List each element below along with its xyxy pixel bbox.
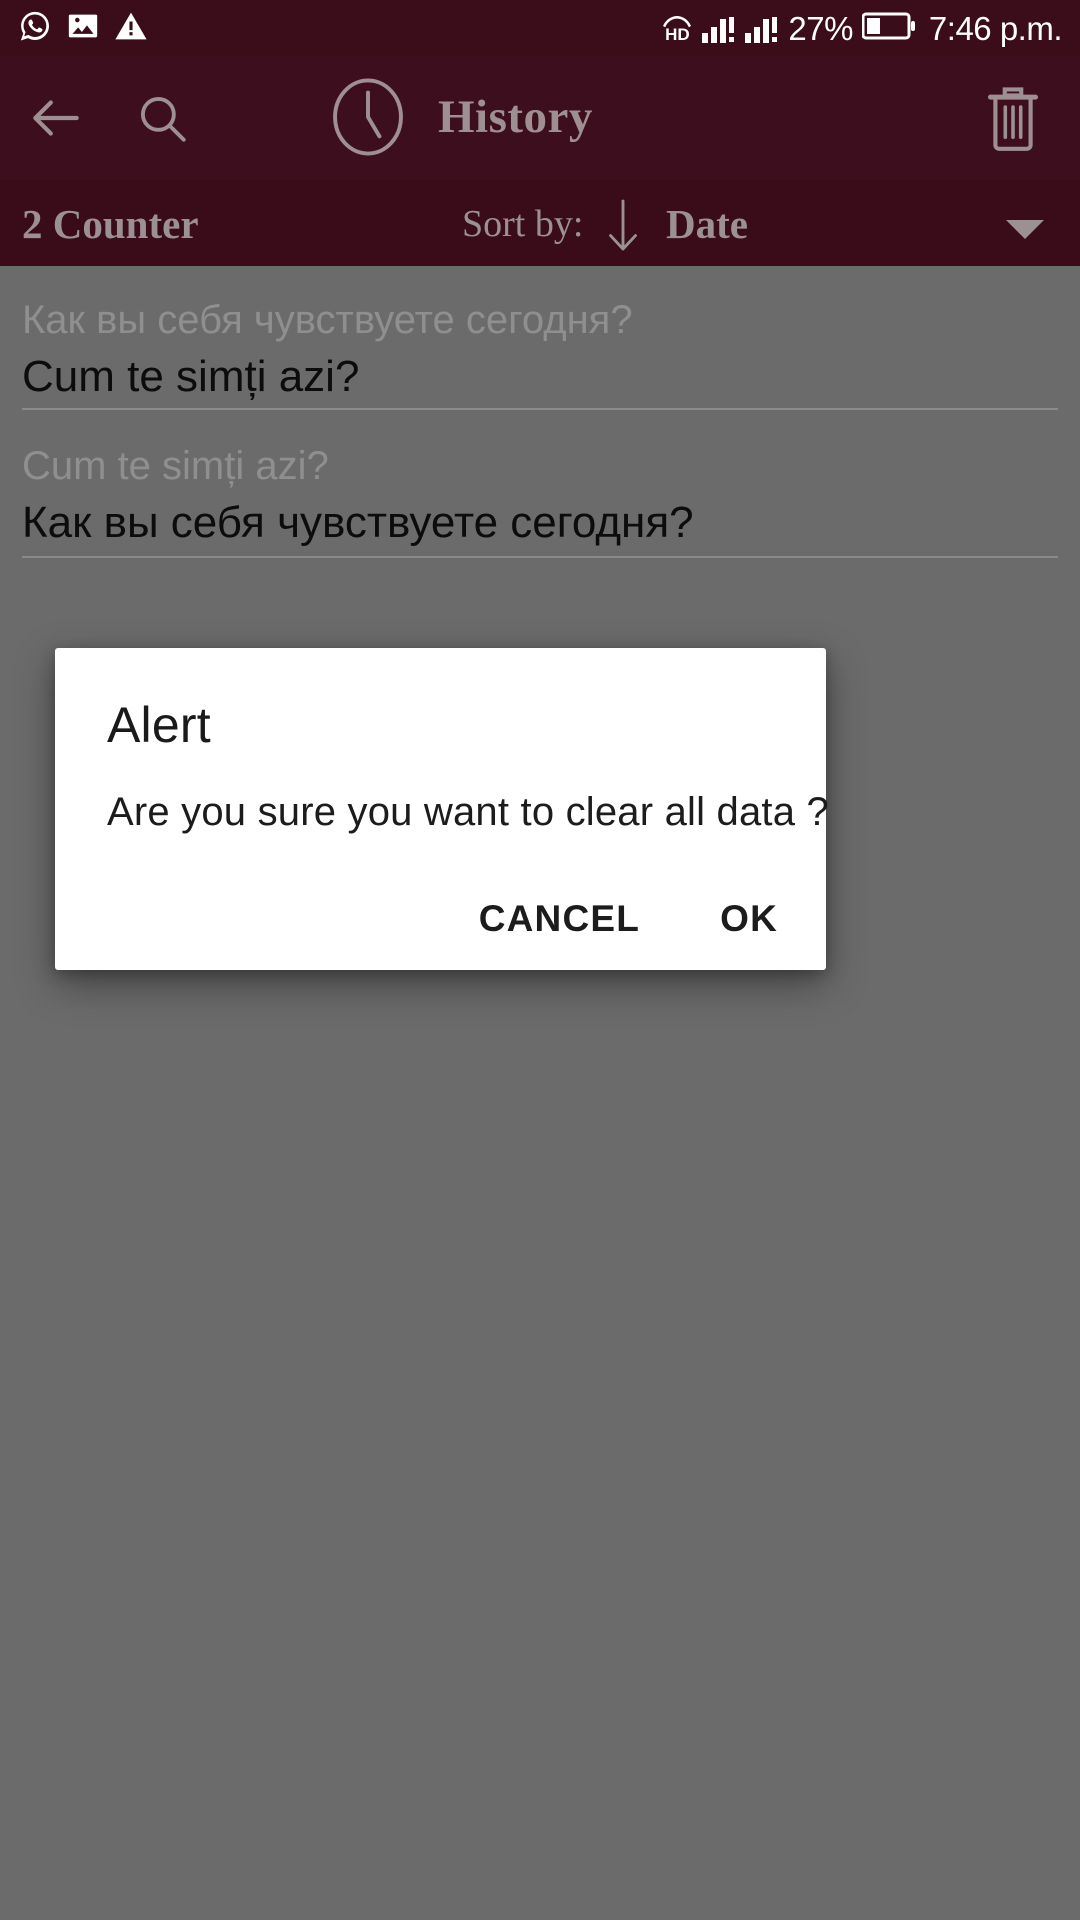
alert-dialog: Alert Are you sure you want to clear all…: [55, 648, 829, 970]
back-arrow-icon: [33, 100, 79, 136]
clock-icon: [325, 74, 411, 160]
warning-icon: [114, 9, 148, 48]
phone-screen: HD 27% 7:46 p.m. History 2 Counter Sort …: [0, 0, 1080, 1920]
dialog-message: Are you sure you want to clear all data …: [107, 790, 829, 834]
sort-by-label: Sort by:: [462, 203, 584, 245]
sort-direction-button[interactable]: [600, 196, 646, 256]
ok-button[interactable]: OK: [694, 884, 804, 954]
history-source-text: Как вы себя чувствуете сегодня?: [22, 298, 633, 342]
hd-volte-icon: HD: [661, 14, 693, 43]
counter-label: 2 Counter: [22, 201, 199, 247]
trash-icon: [987, 87, 1039, 151]
list-item[interactable]: Как вы себя чувствуете сегодня? Cum te s…: [0, 266, 1080, 424]
hd-label: HD: [665, 24, 690, 44]
dialog-actions: CANCEL OK: [453, 884, 804, 954]
status-bar: HD 27% 7:46 p.m.: [0, 0, 1080, 56]
chevron-down-icon[interactable]: [1006, 220, 1044, 239]
search-button[interactable]: [124, 80, 200, 156]
status-bar-right-indicators: HD 27% 7:46 p.m.: [661, 9, 1063, 47]
clock-label: 7:46 p.m.: [928, 9, 1063, 47]
arrow-down-icon: [609, 199, 637, 251]
image-icon: [66, 9, 100, 48]
app-bar: History: [0, 56, 1080, 180]
page-title: History: [438, 91, 593, 143]
back-button[interactable]: [18, 80, 94, 156]
history-list: Как вы себя чувствуете сегодня? Cum te s…: [0, 266, 1080, 1920]
history-translation-text: Как вы себя чувствуете сегодня?: [22, 498, 694, 547]
search-icon: [140, 96, 186, 142]
list-divider: [22, 556, 1058, 558]
whatsapp-icon: [18, 9, 52, 48]
sort-value-label[interactable]: Date: [666, 200, 748, 248]
history-translation-text: Cum te simți azi?: [22, 352, 360, 401]
signal-bars-icon-2: [745, 13, 779, 43]
battery-percent-label: 27%: [788, 9, 853, 47]
history-source-text: Cum te simți azi?: [22, 444, 329, 488]
sort-bar: 2 Counter Sort by: Date: [0, 180, 1080, 266]
status-bar-left-icons: [18, 9, 148, 48]
list-divider: [22, 408, 1058, 410]
list-item[interactable]: Cum te simți azi? Как вы себя чувствуете…: [0, 416, 1080, 574]
dialog-title: Alert: [107, 697, 211, 753]
battery-icon: [861, 11, 916, 46]
clear-all-button[interactable]: [978, 80, 1048, 156]
cancel-button[interactable]: CANCEL: [453, 884, 666, 954]
signal-bars-icon-1: [702, 13, 736, 43]
